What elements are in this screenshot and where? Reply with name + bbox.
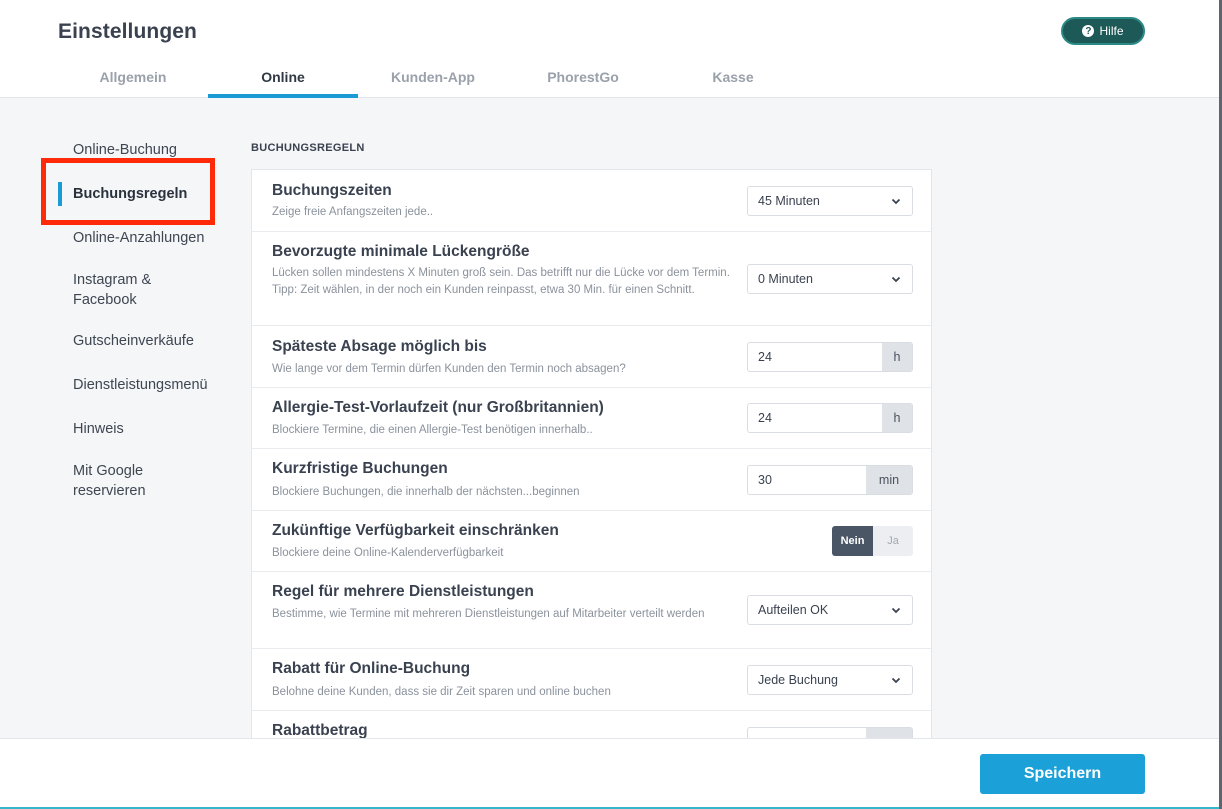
- input-value: 24: [758, 411, 772, 425]
- save-button[interactable]: Speichern: [980, 754, 1145, 794]
- row-description: Lücken sollen mindestens X Minuten groß …: [272, 267, 730, 296]
- select-value: Jede Buchung: [758, 673, 838, 687]
- toggle-nein[interactable]: Nein: [832, 526, 873, 556]
- row-description: Wie lange vor dem Termin dürfen Kunden d…: [272, 363, 626, 375]
- row-title: Rabatt für Online-Buchung: [272, 660, 471, 677]
- rules-card: Buchungszeiten Zeige freie Anfangszeiten…: [251, 169, 932, 739]
- question-icon: ?: [1082, 25, 1095, 37]
- rabatt-online-select[interactable]: Jede Buchung: [747, 665, 913, 695]
- row-description: Blockiere Termine, die einen Allergie-Te…: [272, 424, 593, 436]
- page-title: Einstellungen: [58, 20, 197, 43]
- row-title: Späteste Absage möglich bis: [272, 338, 487, 355]
- verfuegbarkeit-toggle: Nein Ja: [832, 526, 913, 556]
- row-description: Zeige freie Anfangszeiten jede..: [272, 206, 434, 218]
- row-title: Kurzfristige Buchungen: [272, 460, 448, 477]
- select-value: 0 Minuten: [758, 272, 813, 286]
- row-description: Blockiere deine Online-Kalenderverfügbar…: [272, 547, 504, 559]
- chevron-down-icon: [891, 198, 901, 205]
- tab-kasse[interactable]: Kasse: [658, 60, 808, 98]
- row-lueckengroesse: Bevorzugte minimale Lückengröße Lücken s…: [252, 232, 931, 326]
- help-button[interactable]: ? Hilfe: [1061, 17, 1145, 45]
- absage-input[interactable]: 24 h: [747, 342, 913, 372]
- input-value: 24: [758, 350, 772, 364]
- chevron-down-icon: [891, 677, 901, 684]
- row-verfuegbarkeit: Zukünftige Verfügbarkeit einschränken Bl…: [252, 511, 931, 572]
- row-rabatt-online: Rabatt für Online-Buchung Belohne deine …: [252, 649, 931, 711]
- kurzfristige-buchungen-input[interactable]: 30 min: [747, 465, 913, 495]
- footer-bar: Speichern: [0, 738, 1219, 809]
- select-value: 45 Minuten: [758, 194, 820, 208]
- row-description: Bestimme, wie Termine mit mehreren Diens…: [272, 608, 705, 620]
- unit-label: h: [882, 404, 912, 432]
- row-rabattbetrag: Rabattbetrag: [252, 711, 931, 739]
- lueckengroesse-select[interactable]: 0 Minuten: [747, 264, 913, 294]
- sidebar-item-dienstleistungsmenue[interactable]: Dienstleistungsmenü: [58, 375, 238, 395]
- tab-phorestgo[interactable]: PhorestGo: [508, 60, 658, 98]
- help-label: Hilfe: [1099, 24, 1124, 38]
- unit-label: min: [866, 466, 912, 494]
- chevron-down-icon: [891, 607, 901, 614]
- row-title: Buchungszeiten: [272, 182, 392, 199]
- tab-allgemein[interactable]: Allgemein: [58, 60, 208, 98]
- chevron-down-icon: [891, 276, 901, 283]
- sidebar-item-buchungsregeln[interactable]: Buchungsregeln: [58, 182, 238, 206]
- unit-label: h: [882, 343, 912, 371]
- select-value: Aufteilen OK: [758, 603, 829, 617]
- tab-kunden-app[interactable]: Kunden-App: [358, 60, 508, 98]
- sidebar-item-online-buchung[interactable]: Online-Buchung: [58, 140, 238, 160]
- row-mehrere-dienstleistungen: Regel für mehrere Dienstleistungen Besti…: [252, 572, 931, 649]
- tab-online[interactable]: Online: [208, 60, 358, 98]
- mehrere-dienstleistungen-select[interactable]: Aufteilen OK: [747, 595, 913, 625]
- allergie-test-input[interactable]: 24 h: [747, 403, 913, 433]
- row-description: Belohne deine Kunden, dass sie dir Zeit …: [272, 686, 611, 698]
- row-description: Blockiere Buchungen, die innerhalb der n…: [272, 486, 580, 498]
- page-header: Einstellungen ? Hilfe Allgemein Online K…: [0, 0, 1219, 98]
- row-buchungszeiten: Buchungszeiten Zeige freie Anfangszeiten…: [252, 170, 931, 232]
- settings-tabs: Allgemein Online Kunden-App PhorestGo Ka…: [58, 60, 808, 98]
- sidebar-item-hinweis[interactable]: Hinweis: [58, 419, 238, 439]
- row-title: Regel für mehrere Dienstleistungen: [272, 583, 534, 600]
- sidebar-item-instagram-facebook[interactable]: Instagram & Facebook: [58, 270, 178, 310]
- row-title: Zukünftige Verfügbarkeit einschränken: [272, 522, 559, 539]
- sidebar-item-gutscheinverkaeufe[interactable]: Gutscheinverkäufe: [58, 331, 238, 351]
- row-kurzfristige-buchungen: Kurzfristige Buchungen Blockiere Buchung…: [252, 449, 931, 511]
- row-title: Rabattbetrag: [272, 722, 368, 739]
- buchungszeiten-select[interactable]: 45 Minuten: [747, 186, 913, 216]
- row-title: Bevorzugte minimale Lückengröße: [272, 243, 530, 260]
- row-allergie-test: Allergie-Test-Vorlaufzeit (nur Großbrita…: [252, 388, 931, 449]
- sidebar-item-mit-google-reservieren[interactable]: Mit Google reservieren: [58, 461, 178, 501]
- row-title: Allergie-Test-Vorlaufzeit (nur Großbrita…: [272, 399, 604, 416]
- sidebar-item-online-anzahlungen[interactable]: Online-Anzahlungen: [58, 228, 238, 248]
- row-absage: Späteste Absage möglich bis Wie lange vo…: [252, 326, 931, 388]
- toggle-ja[interactable]: Ja: [873, 526, 913, 556]
- input-value: 30: [758, 473, 772, 487]
- section-title: BUCHUNGSREGELN: [251, 142, 365, 154]
